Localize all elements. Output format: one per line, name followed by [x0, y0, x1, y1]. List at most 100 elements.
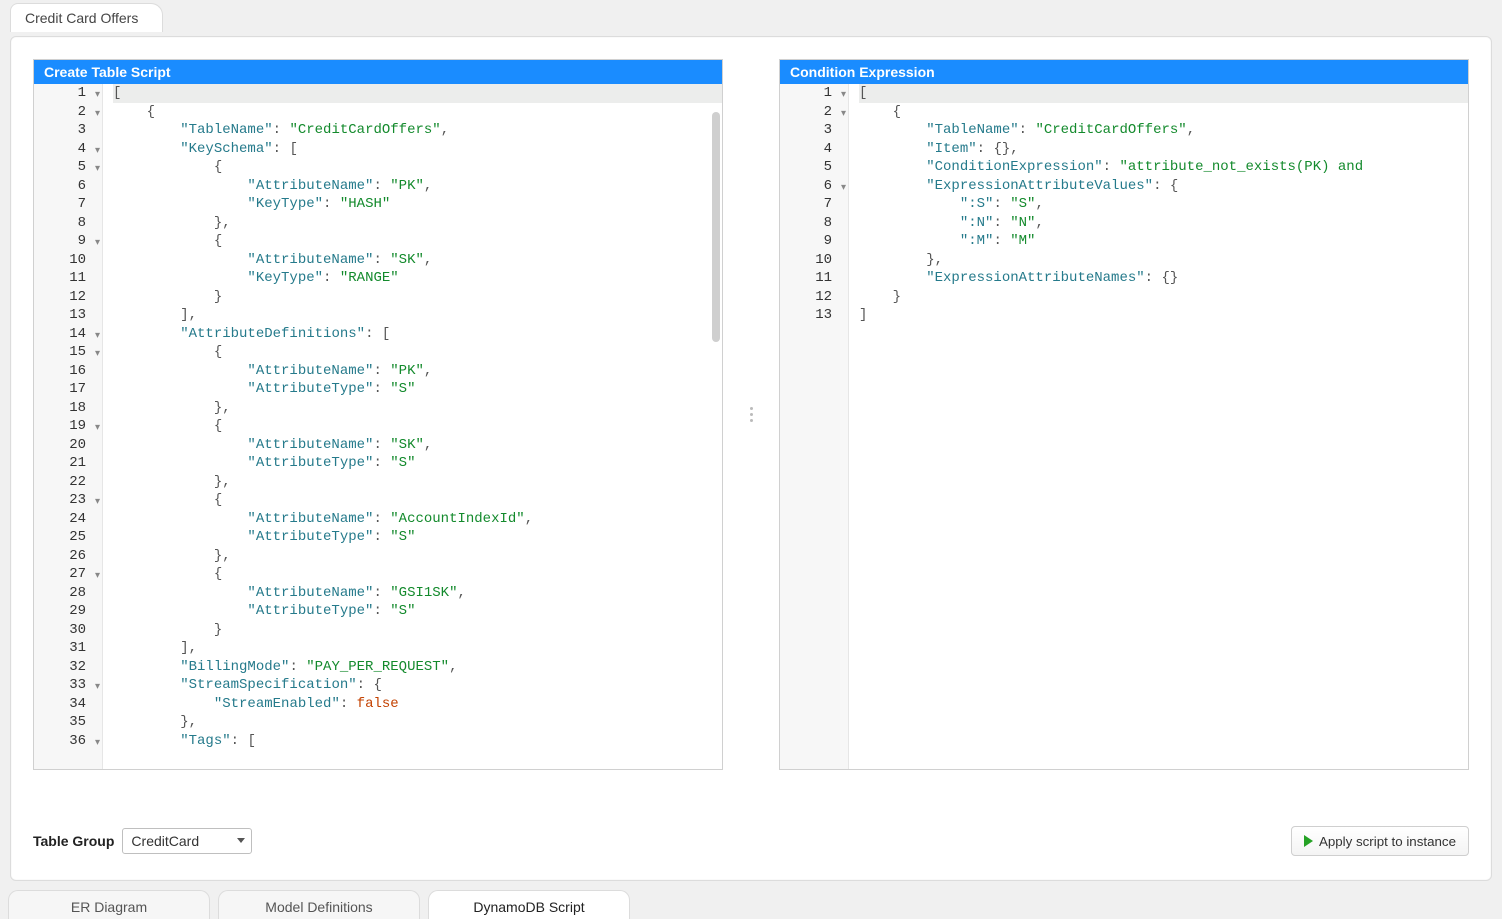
- code-line[interactable]: "AttributeDefinitions": [: [113, 325, 722, 344]
- code-editor-right[interactable]: 12345678910111213 [ { "TableName": "Cred…: [780, 84, 1468, 769]
- gutter-line[interactable]: 6: [780, 177, 832, 196]
- code-line[interactable]: "Tags": [: [113, 732, 722, 751]
- tab-credit-card-offers[interactable]: Credit Card Offers: [10, 3, 163, 32]
- gutter-line[interactable]: 34: [34, 695, 86, 714]
- gutter-line[interactable]: 31: [34, 639, 86, 658]
- code-line[interactable]: {: [113, 417, 722, 436]
- gutter-line[interactable]: 28: [34, 584, 86, 603]
- gutter-line[interactable]: 4: [34, 140, 86, 159]
- code-line[interactable]: "AttributeName": "SK",: [113, 436, 722, 455]
- gutter-line[interactable]: 24: [34, 510, 86, 529]
- code-line[interactable]: ":M": "M": [859, 232, 1468, 251]
- code-line[interactable]: "AttributeName": "GSI1SK",: [113, 584, 722, 603]
- code-line[interactable]: {: [113, 103, 722, 122]
- code-line[interactable]: "AttributeType": "S": [113, 602, 722, 621]
- code-line[interactable]: }: [113, 288, 722, 307]
- code-line[interactable]: }: [859, 288, 1468, 307]
- gutter-line[interactable]: 18: [34, 399, 86, 418]
- code-line[interactable]: [: [113, 84, 722, 103]
- code-line[interactable]: ]: [859, 306, 1468, 325]
- code-line[interactable]: },: [113, 214, 722, 233]
- code-line[interactable]: "KeyType": "RANGE": [113, 269, 722, 288]
- code-line[interactable]: {: [113, 565, 722, 584]
- gutter-line[interactable]: 10: [34, 251, 86, 270]
- gutter-line[interactable]: 3: [34, 121, 86, 140]
- code-line[interactable]: "TableName": "CreditCardOffers",: [859, 121, 1468, 140]
- apply-script-button[interactable]: Apply script to instance: [1291, 826, 1469, 856]
- gutter-line[interactable]: 10: [780, 251, 832, 270]
- code-line[interactable]: ],: [113, 306, 722, 325]
- code-line[interactable]: "KeyType": "HASH": [113, 195, 722, 214]
- gutter-line[interactable]: 5: [34, 158, 86, 177]
- code-line[interactable]: {: [113, 491, 722, 510]
- gutter-line[interactable]: 20: [34, 436, 86, 455]
- gutter-line[interactable]: 7: [34, 195, 86, 214]
- code-line[interactable]: "AttributeType": "S": [113, 454, 722, 473]
- code-line[interactable]: [: [859, 84, 1468, 103]
- code-line[interactable]: "AttributeName": "SK",: [113, 251, 722, 270]
- scrollbar-vertical-thumb[interactable]: [712, 112, 720, 342]
- table-group-select[interactable]: CreditCard: [122, 828, 252, 854]
- gutter-line[interactable]: 17: [34, 380, 86, 399]
- gutter-line[interactable]: 1: [34, 84, 86, 103]
- gutter-line[interactable]: 27: [34, 565, 86, 584]
- gutter-line[interactable]: 4: [780, 140, 832, 159]
- gutter-line[interactable]: 12: [780, 288, 832, 307]
- code-line[interactable]: },: [113, 399, 722, 418]
- code-line[interactable]: {: [113, 158, 722, 177]
- code-line[interactable]: "ExpressionAttributeNames": {}: [859, 269, 1468, 288]
- gutter-line[interactable]: 15: [34, 343, 86, 362]
- gutter-line[interactable]: 8: [780, 214, 832, 233]
- editor-splitter[interactable]: [747, 59, 755, 770]
- gutter-line[interactable]: 33: [34, 676, 86, 695]
- code-line[interactable]: {: [113, 343, 722, 362]
- gutter-line[interactable]: 3: [780, 121, 832, 140]
- gutter-line[interactable]: 9: [780, 232, 832, 251]
- gutter-line[interactable]: 23: [34, 491, 86, 510]
- gutter-line[interactable]: 14: [34, 325, 86, 344]
- code-line[interactable]: },: [859, 251, 1468, 270]
- code-line[interactable]: },: [113, 473, 722, 492]
- code-line[interactable]: {: [859, 103, 1468, 122]
- gutter-line[interactable]: 35: [34, 713, 86, 732]
- gutter-line[interactable]: 7: [780, 195, 832, 214]
- gutter-line[interactable]: 26: [34, 547, 86, 566]
- gutter-line[interactable]: 13: [34, 306, 86, 325]
- code-right[interactable]: [ { "TableName": "CreditCardOffers", "It…: [849, 84, 1468, 769]
- code-line[interactable]: ":S": "S",: [859, 195, 1468, 214]
- bottom-tab-er-diagram[interactable]: ER Diagram: [8, 890, 210, 919]
- gutter-line[interactable]: 2: [780, 103, 832, 122]
- code-line[interactable]: "AttributeType": "S": [113, 380, 722, 399]
- gutter-line[interactable]: 13: [780, 306, 832, 325]
- bottom-tab-model-definitions[interactable]: Model Definitions: [218, 890, 420, 919]
- code-line[interactable]: "TableName": "CreditCardOffers",: [113, 121, 722, 140]
- gutter-line[interactable]: 16: [34, 362, 86, 381]
- code-editor-left[interactable]: 1234567891011121314151617181920212223242…: [34, 84, 722, 769]
- gutter-line[interactable]: 2: [34, 103, 86, 122]
- code-line[interactable]: {: [113, 232, 722, 251]
- gutter-line[interactable]: 9: [34, 232, 86, 251]
- code-line[interactable]: "ConditionExpression": "attribute_not_ex…: [859, 158, 1468, 177]
- code-line[interactable]: "Item": {},: [859, 140, 1468, 159]
- code-line[interactable]: "StreamEnabled": false: [113, 695, 722, 714]
- gutter-line[interactable]: 1: [780, 84, 832, 103]
- code-line[interactable]: "AttributeType": "S": [113, 528, 722, 547]
- gutter-line[interactable]: 11: [780, 269, 832, 288]
- gutter-line[interactable]: 6: [34, 177, 86, 196]
- gutter-line[interactable]: 25: [34, 528, 86, 547]
- bottom-tab-dynamodb-script[interactable]: DynamoDB Script: [428, 890, 630, 919]
- code-line[interactable]: "AttributeName": "PK",: [113, 177, 722, 196]
- gutter-line[interactable]: 22: [34, 473, 86, 492]
- code-line[interactable]: "AttributeName": "AccountIndexId",: [113, 510, 722, 529]
- gutter-line[interactable]: 29: [34, 602, 86, 621]
- gutter-right[interactable]: 12345678910111213: [780, 84, 849, 769]
- code-line[interactable]: ":N": "N",: [859, 214, 1468, 233]
- gutter-line[interactable]: 19: [34, 417, 86, 436]
- code-left[interactable]: [ { "TableName": "CreditCardOffers", "Ke…: [103, 84, 722, 769]
- gutter-line[interactable]: 8: [34, 214, 86, 233]
- code-line[interactable]: "StreamSpecification": {: [113, 676, 722, 695]
- code-line[interactable]: }: [113, 621, 722, 640]
- gutter-line[interactable]: 11: [34, 269, 86, 288]
- code-line[interactable]: "BillingMode": "PAY_PER_REQUEST",: [113, 658, 722, 677]
- gutter-line[interactable]: 21: [34, 454, 86, 473]
